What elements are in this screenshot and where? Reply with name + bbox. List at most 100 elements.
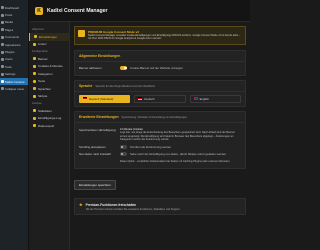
wp-menu-item[interactable]: Plugins (0, 48, 28, 55)
menu-dashicon-icon (1, 65, 4, 69)
advanced-subheading: Speicherung, Verhalten & Darstellung von… (121, 115, 187, 119)
language-option-label: English (199, 96, 209, 101)
wp-menu-item[interactable]: Settings (0, 71, 28, 78)
flag-de-icon (83, 97, 87, 100)
nav-item-icon (34, 35, 37, 39)
section-heading: Allgemeine Einstellungen (75, 51, 245, 62)
menu-dashicon-icon (1, 28, 4, 32)
sidenav-item-label: Einwilligungs-Log (38, 116, 62, 121)
nav-item-icon (33, 57, 36, 61)
menu-dashicon-icon (1, 6, 4, 10)
menu-dashicon-icon (1, 50, 4, 54)
sidenav-item-label: Sprachen (38, 86, 51, 91)
menu-dashicon-icon (1, 80, 4, 84)
nav-item-icon (33, 94, 36, 98)
promo-banner: PREMIUM Google Consent Mode v2 Kadixi Co… (74, 26, 246, 45)
plugin-sidenav: Allgemein Einstellungen Lizenz Konfiguratio… (29, 22, 70, 250)
wp-menu-label: Plugins (5, 50, 15, 55)
wp-menu-label: Users (5, 57, 13, 62)
sidenav-item[interactable]: Kategorien (29, 70, 69, 78)
wp-menu-label: Media (5, 20, 13, 25)
sidenav-item-label: Einstellungen (39, 34, 58, 39)
reload-note: Diese Option - empfohlen insbesondere be… (120, 159, 231, 163)
nav-item-icon (33, 42, 36, 46)
wp-menu-item[interactable]: Collapse menu (0, 85, 28, 92)
star-icon: ★ (79, 202, 83, 207)
sidenav-item[interactable]: Lizenz (29, 41, 69, 49)
wp-menu-item[interactable]: Media (0, 19, 28, 26)
language-subheading: Sprache für das Plugin-Backend und die O… (95, 84, 156, 88)
wp-menu-item[interactable]: Dashboard (0, 4, 28, 11)
section-heading: Sprache Sprache für das Plugin-Backend u… (75, 81, 245, 92)
sidenav-item[interactable]: Statistiken (29, 107, 69, 115)
setting-label: Banner aktivieren (79, 66, 102, 70)
wp-menu-item[interactable]: Pages (0, 26, 28, 33)
nav-item-icon (33, 116, 36, 120)
nav-item-icon (33, 87, 36, 91)
sidenav-item-label: Texte (38, 79, 46, 84)
language-option-de-default[interactable]: Deutsch (Standard) (79, 94, 131, 103)
banner-enable-toggle[interactable] (120, 66, 127, 70)
general-settings-card: Allgemeine Einstellungen Banner aktivier… (74, 49, 246, 76)
wp-menu-label: Settings (5, 72, 16, 77)
wp-menu-label: Posts (5, 13, 13, 18)
sidenav-item[interactable]: Texte (29, 78, 69, 86)
wp-admin-menu: Dashboard Posts Media Pages Comments Appearan… (0, 0, 29, 250)
wp-menu-label: Kadixi Consent (5, 79, 25, 84)
setting-description: Cookie-Banner auf der Website anzeigen (130, 66, 183, 70)
app-logo: K (35, 6, 43, 15)
reload-toggle[interactable] (120, 152, 127, 156)
menu-dashicon-icon (1, 57, 4, 61)
sidenav-item[interactable]: Einstellungen (29, 33, 69, 41)
main-content: PREMIUM Google Consent Mode v2 Kadixi Co… (74, 26, 246, 250)
language-card: Sprache Sprache für das Plugin-Backend u… (74, 79, 246, 107)
sidenav-item[interactable]: Skripte (29, 93, 69, 101)
wp-menu-item[interactable]: Posts (0, 11, 28, 18)
sidenav-item-label: Cookies & Dienste (38, 64, 63, 69)
nav-section-title: Allgemein (32, 28, 44, 31)
sidenav-item[interactable]: Einwilligungs-Log (29, 115, 69, 123)
save-settings-button[interactable]: Einstellungen speichern (74, 180, 116, 190)
menu-dashicon-icon (1, 87, 4, 91)
wp-menu-label: Collapse menu (5, 86, 25, 91)
sidenav-item-label: Datenexport (38, 123, 55, 128)
star-icon (78, 30, 85, 37)
language-heading: Sprache (79, 83, 93, 88)
premium-text: Mit der Premium-Version erhalten Sie erw… (86, 208, 181, 211)
wp-menu-item[interactable]: Appearance (0, 41, 28, 48)
nav-item-icon (33, 124, 36, 128)
sidenav-item[interactable]: Cookies & Dienste (29, 63, 69, 71)
banner-enable-row: Banner aktivieren Cookie-Banner auf der … (79, 65, 241, 72)
language-option-de[interactable]: Deutsch (134, 94, 186, 103)
setting-description: Seite nach der Einwilligung neu laden, d… (130, 152, 227, 156)
setting-label: Scrolling akzeptieren (79, 145, 106, 149)
app-title: Kadixi Consent Manager (47, 7, 108, 14)
nav-item-icon (33, 72, 36, 76)
wp-menu-label: Pages (5, 27, 14, 32)
flag-de-icon (138, 97, 143, 100)
flag-uk-icon (193, 97, 198, 100)
premium-title: Premium-Funktionen freischalten (85, 202, 137, 207)
sidenav-item[interactable]: Banner (29, 55, 69, 63)
nav-item-icon (33, 64, 36, 68)
general-heading: Allgemeine Einstellungen (79, 53, 121, 58)
section-heading: Erweiterte Einstellungen Speicherung, Ve… (75, 112, 245, 123)
wp-menu-label: Appearance (5, 42, 21, 47)
nav-section-title: Analyse (32, 102, 42, 105)
setting-description: Scrollen als Zustimmung werten (130, 145, 172, 149)
sidenav-item[interactable]: Datenexport (29, 122, 69, 130)
sidenav-item-label: Skripte (38, 94, 48, 99)
menu-dashicon-icon (1, 20, 4, 24)
wp-menu-item[interactable]: Users (0, 56, 28, 63)
storage-duration-row: Speicherdauer (Einwilligung) 12 Monate (… (79, 126, 241, 144)
scroll-accept-toggle[interactable] (120, 145, 127, 149)
wp-menu-label: Comments (5, 35, 19, 40)
wp-menu-item[interactable]: Comments (0, 34, 28, 41)
language-option-en[interactable]: English (189, 94, 241, 103)
wp-menu-item[interactable]: Kadixi Consent (0, 77, 28, 86)
sidenav-item[interactable]: Sprachen (29, 85, 69, 93)
storage-duration-description: Legt fest, wie lange die Entscheidung de… (120, 131, 235, 141)
sidenav-item-label: Kategorien (38, 71, 53, 76)
language-option-label: Deutsch (Standard) (89, 96, 114, 101)
wp-menu-item[interactable]: Tools (0, 63, 28, 70)
